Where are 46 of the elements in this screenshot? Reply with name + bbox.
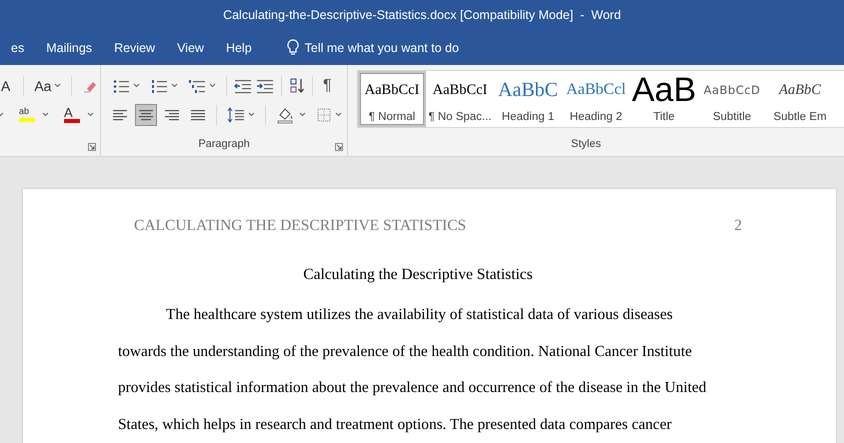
bullets-icon[interactable] bbox=[112, 78, 130, 94]
caret-icon[interactable] bbox=[42, 112, 49, 117]
style-item[interactable]: AaBbC Subtle Em bbox=[766, 71, 834, 127]
ribbon-tab[interactable]: es bbox=[0, 30, 36, 65]
group-label: Styles bbox=[571, 137, 601, 152]
style-item[interactable]: AaBbC Heading 1 bbox=[494, 71, 562, 127]
show-marks-button[interactable]: ¶ bbox=[320, 76, 335, 94]
align-center-button[interactable] bbox=[135, 104, 157, 126]
font-color-button[interactable]: A bbox=[61, 104, 83, 126]
style-item[interactable]: AaBbCcI ¶ Normal bbox=[358, 71, 426, 127]
sort-icon[interactable] bbox=[289, 76, 305, 94]
caret-icon[interactable] bbox=[299, 112, 306, 117]
grow-font-button[interactable]: A bbox=[1, 78, 10, 94]
caret-icon[interactable] bbox=[87, 112, 94, 117]
line-spacing-icon[interactable] bbox=[227, 106, 245, 122]
dialog-launcher-icon[interactable] bbox=[88, 143, 96, 151]
tell-me-field[interactable]: Tell me what you want to do bbox=[304, 40, 459, 54]
style-item[interactable]: AaB Title bbox=[630, 71, 698, 127]
numbering-icon[interactable] bbox=[150, 78, 168, 94]
ribbon-tab[interactable]: Mailings bbox=[35, 30, 104, 65]
ribbon-tab[interactable]: View bbox=[166, 30, 215, 65]
caret-icon[interactable] bbox=[171, 83, 178, 88]
caret-icon[interactable] bbox=[335, 112, 342, 117]
page-header: CALCULATING THE DESCRIPTIVE STATISTICS bbox=[134, 217, 466, 235]
caret-icon[interactable] bbox=[248, 112, 255, 117]
ribbon-tab[interactable]: Help bbox=[214, 30, 263, 65]
change-case-button[interactable]: Aa bbox=[31, 74, 64, 96]
ribbon-tab[interactable]: Review bbox=[103, 30, 166, 65]
document-title: Calculating the Descriptive Statistics bbox=[302, 266, 534, 284]
lightbulb-icon[interactable] bbox=[286, 39, 299, 56]
style-item[interactable]: AaBbCcI ¶ No Spac... bbox=[426, 71, 494, 127]
style-item[interactable]: AaBbCcl Heading 2 bbox=[562, 71, 630, 127]
caret-icon[interactable] bbox=[133, 83, 140, 88]
decrease-indent-icon[interactable] bbox=[234, 78, 252, 94]
window-title: Calculating-the-Descriptive-Statistics.docx [Compatibility Mode] - Word bbox=[223, 8, 621, 22]
caret-icon[interactable] bbox=[54, 83, 62, 88]
borders-icon[interactable] bbox=[316, 106, 332, 122]
multilevel-list-icon[interactable] bbox=[188, 78, 206, 94]
style-item[interactable]: AaBbCcD Subtitle bbox=[698, 71, 766, 127]
increase-indent-icon[interactable] bbox=[256, 78, 274, 94]
highlight-button[interactable]: ab bbox=[16, 104, 38, 125]
dialog-launcher-icon[interactable] bbox=[335, 143, 343, 151]
page-number: 2 bbox=[734, 217, 742, 235]
group-label: Paragraph bbox=[198, 137, 250, 152]
body-paragraph: The healthcare system utilizes the availability of statistical data of various diseases towards the understanding of the prevalence of the health condition. National Cancer Institute provides statistical information about the prevalence and occurrence of the disease in the United States, which helps in research and treatment options. The presented data compares cancer bbox=[118, 305, 708, 436]
caret-icon[interactable] bbox=[209, 83, 216, 88]
